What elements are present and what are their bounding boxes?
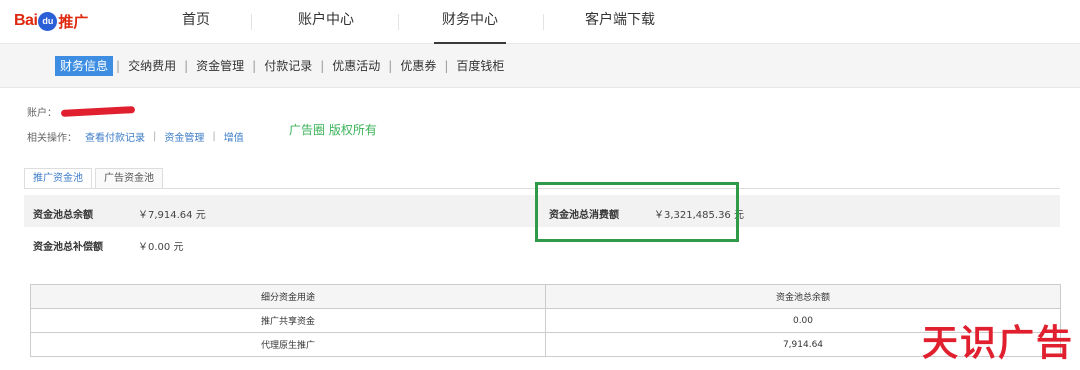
nav-divider bbox=[398, 14, 399, 30]
table-row: 代理原生推广 7,914.64 bbox=[30, 332, 1061, 357]
view-payment-records-link[interactable]: 查看付款记录 bbox=[85, 129, 145, 144]
baidu-paw-icon: du bbox=[38, 11, 58, 31]
subnav-promotions[interactable]: 优惠活动 bbox=[327, 56, 385, 76]
account-row: 账户： bbox=[27, 104, 136, 119]
value-added-link[interactable]: 增值 bbox=[224, 129, 244, 144]
nav-home[interactable]: 首页 bbox=[168, 0, 224, 44]
fund-management-link[interactable]: 资金管理 bbox=[164, 129, 204, 144]
subnav-finance-info[interactable]: 财务信息 bbox=[55, 56, 114, 76]
top-navbar: Bai du 推广 首页 账户中心 财务中心 客户端下载 bbox=[0, 0, 1080, 44]
subnav-separator: | bbox=[184, 59, 189, 73]
subnav-separator: | bbox=[320, 59, 325, 73]
nav-divider bbox=[543, 14, 544, 30]
subnav-coupons[interactable]: 优惠券 bbox=[395, 56, 441, 76]
nav-client-download[interactable]: 客户端下载 bbox=[580, 0, 660, 44]
nav-finance-center[interactable]: 财务中心 bbox=[434, 0, 506, 44]
fund-pool-tabs: 推广资金池 广告资金池 bbox=[24, 168, 166, 189]
table-row: 推广共享资金 0.00 bbox=[30, 308, 1061, 333]
total-compensation-value: ￥0.00 元 bbox=[138, 242, 184, 253]
total-compensation-label: 资金池总补偿额 bbox=[33, 242, 103, 253]
related-ops-label: 相关操作： bbox=[27, 133, 77, 144]
logo-text-tuiguang: 推广 bbox=[58, 12, 89, 31]
subnav-baidu-wallet[interactable]: 百度钱柜 bbox=[451, 56, 509, 76]
finance-info-panel: 账户： 相关操作： 查看付款记录 | 资金管理 | 增值 广告圈 版权所有 推广… bbox=[18, 88, 1080, 370]
subnav-separator: | bbox=[444, 59, 449, 73]
copyright-watermark: 广告圈 版权所有 bbox=[289, 123, 377, 137]
subnav-separator: | bbox=[388, 59, 393, 73]
brand-watermark: 天识广告 bbox=[922, 323, 1075, 364]
row-usage-cell: 代理原生推广 bbox=[30, 332, 546, 357]
ops-separator: | bbox=[153, 131, 157, 142]
nav-account-center[interactable]: 账户中心 bbox=[290, 0, 362, 44]
related-operations: 相关操作： 查看付款记录 | 资金管理 | 增值 bbox=[27, 129, 244, 144]
row-usage-cell: 推广共享资金 bbox=[30, 308, 546, 333]
subnav-payment-records[interactable]: 付款记录 bbox=[259, 56, 317, 76]
total-balance-value: ￥7,914.64 元 bbox=[138, 210, 206, 221]
fund-usage-table: 细分资金用途 资金池总余额 推广共享资金 0.00 代理原生推广 7,914.6… bbox=[30, 284, 1061, 357]
baidu-tuiguang-logo[interactable]: Bai du 推广 bbox=[14, 8, 88, 34]
logo-text-bai: Bai bbox=[14, 12, 38, 29]
tab-ad-fund-pool[interactable]: 广告资金池 bbox=[95, 168, 163, 189]
finance-subnav: 财务信息 | 交纳费用 | 资金管理 | 付款记录 | 优惠活动 | 优惠券 |… bbox=[0, 44, 1080, 88]
header-fund-balance: 资金池总余额 bbox=[545, 284, 1061, 309]
redacted-account-name bbox=[60, 106, 136, 117]
account-label: 账户： bbox=[27, 108, 57, 119]
total-balance-label: 资金池总余额 bbox=[33, 210, 93, 221]
header-fund-usage: 细分资金用途 bbox=[30, 284, 546, 309]
tab-promotion-fund-pool[interactable]: 推广资金池 bbox=[24, 168, 92, 189]
nav-divider bbox=[251, 14, 252, 30]
subnav-pay-fees[interactable]: 交纳费用 bbox=[123, 56, 181, 76]
subnav-separator: | bbox=[116, 59, 121, 73]
subnav-separator: | bbox=[252, 59, 257, 73]
spend-highlight-box bbox=[535, 182, 739, 242]
table-header-row: 细分资金用途 资金池总余额 bbox=[30, 284, 1061, 309]
ops-separator: | bbox=[212, 131, 216, 142]
subnav-fund-management[interactable]: 资金管理 bbox=[191, 56, 249, 76]
